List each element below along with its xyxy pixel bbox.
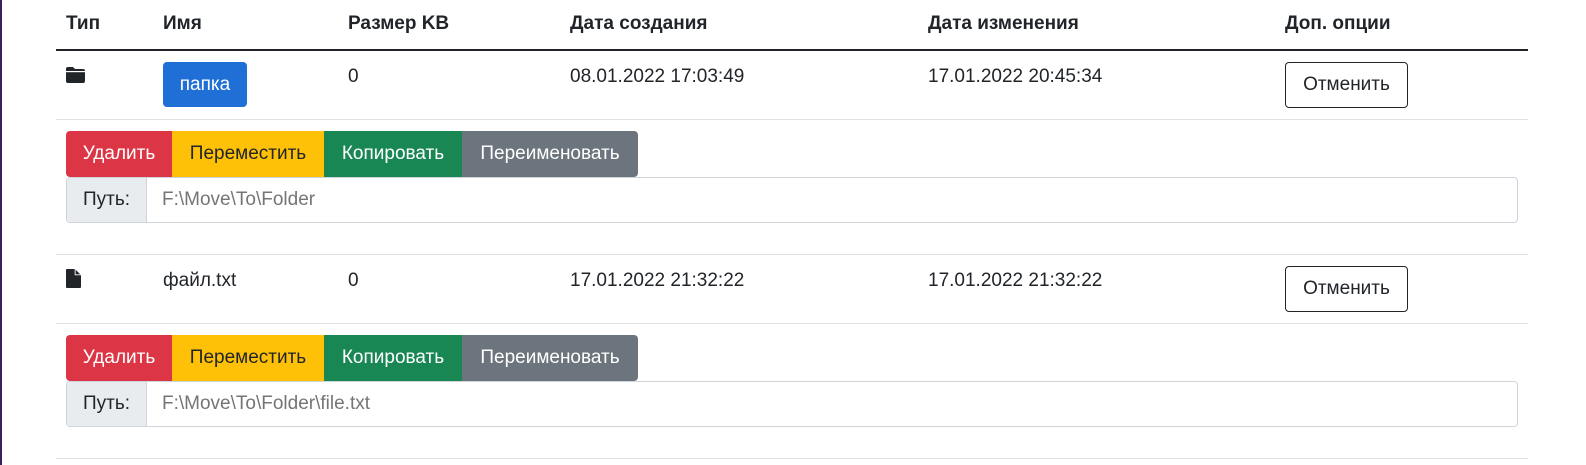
- header-size: Размер KB: [348, 13, 450, 34]
- folder-icon: [66, 67, 85, 89]
- header-name: Имя: [163, 13, 202, 34]
- file-icon: [66, 269, 81, 294]
- path-input-group: Путь:: [66, 381, 1518, 427]
- copy-button[interactable]: Копировать: [324, 131, 462, 177]
- path-input-group: Путь:: [66, 177, 1518, 223]
- delete-button[interactable]: Удалить: [66, 131, 172, 177]
- file-name[interactable]: файл.txt: [163, 270, 236, 292]
- path-input[interactable]: [147, 178, 1517, 222]
- path-label: Путь:: [67, 178, 147, 222]
- header-created: Дата создания: [570, 13, 708, 34]
- delete-button[interactable]: Удалить: [66, 335, 172, 381]
- cancel-button[interactable]: Отменить: [1285, 62, 1408, 108]
- cancel-button[interactable]: Отменить: [1285, 266, 1408, 312]
- move-button[interactable]: Переместить: [172, 131, 324, 177]
- action-button-group: Удалить Переместить Копировать Переимено…: [66, 131, 638, 177]
- table-row: файл.txt 0 17.01.2022 21:32:22 17.01.202…: [56, 255, 1528, 324]
- size-cell: 0: [348, 270, 359, 291]
- header-modified: Дата изменения: [928, 13, 1079, 34]
- rename-button[interactable]: Переименовать: [462, 131, 638, 177]
- actions-row: Удалить Переместить Копировать Переимено…: [56, 120, 1528, 255]
- header-type: Тип: [66, 13, 101, 34]
- rename-button[interactable]: Переименовать: [462, 335, 638, 381]
- copy-button[interactable]: Копировать: [324, 335, 462, 381]
- file-table: Тип Имя Размер KB Дата создания Дата изм…: [56, 0, 1528, 459]
- created-cell: 17.01.2022 21:32:22: [570, 270, 745, 291]
- size-cell: 0: [348, 66, 359, 87]
- action-button-group: Удалить Переместить Копировать Переимено…: [66, 335, 638, 381]
- window-left-border: [0, 0, 2, 465]
- table-header: Тип Имя Размер KB Дата создания Дата изм…: [56, 0, 1528, 51]
- modified-cell: 17.01.2022 20:45:34: [928, 66, 1103, 87]
- modified-cell: 17.01.2022 21:32:22: [928, 270, 1103, 291]
- path-label: Путь:: [67, 382, 147, 426]
- table-row: папка 0 08.01.2022 17:03:49 17.01.2022 2…: [56, 51, 1528, 120]
- move-button[interactable]: Переместить: [172, 335, 324, 381]
- header-options: Доп. опции: [1285, 13, 1391, 34]
- folder-name-button[interactable]: папка: [163, 62, 247, 107]
- created-cell: 08.01.2022 17:03:49: [570, 66, 745, 87]
- actions-row: Удалить Переместить Копировать Переимено…: [56, 324, 1528, 459]
- path-input[interactable]: [147, 382, 1517, 426]
